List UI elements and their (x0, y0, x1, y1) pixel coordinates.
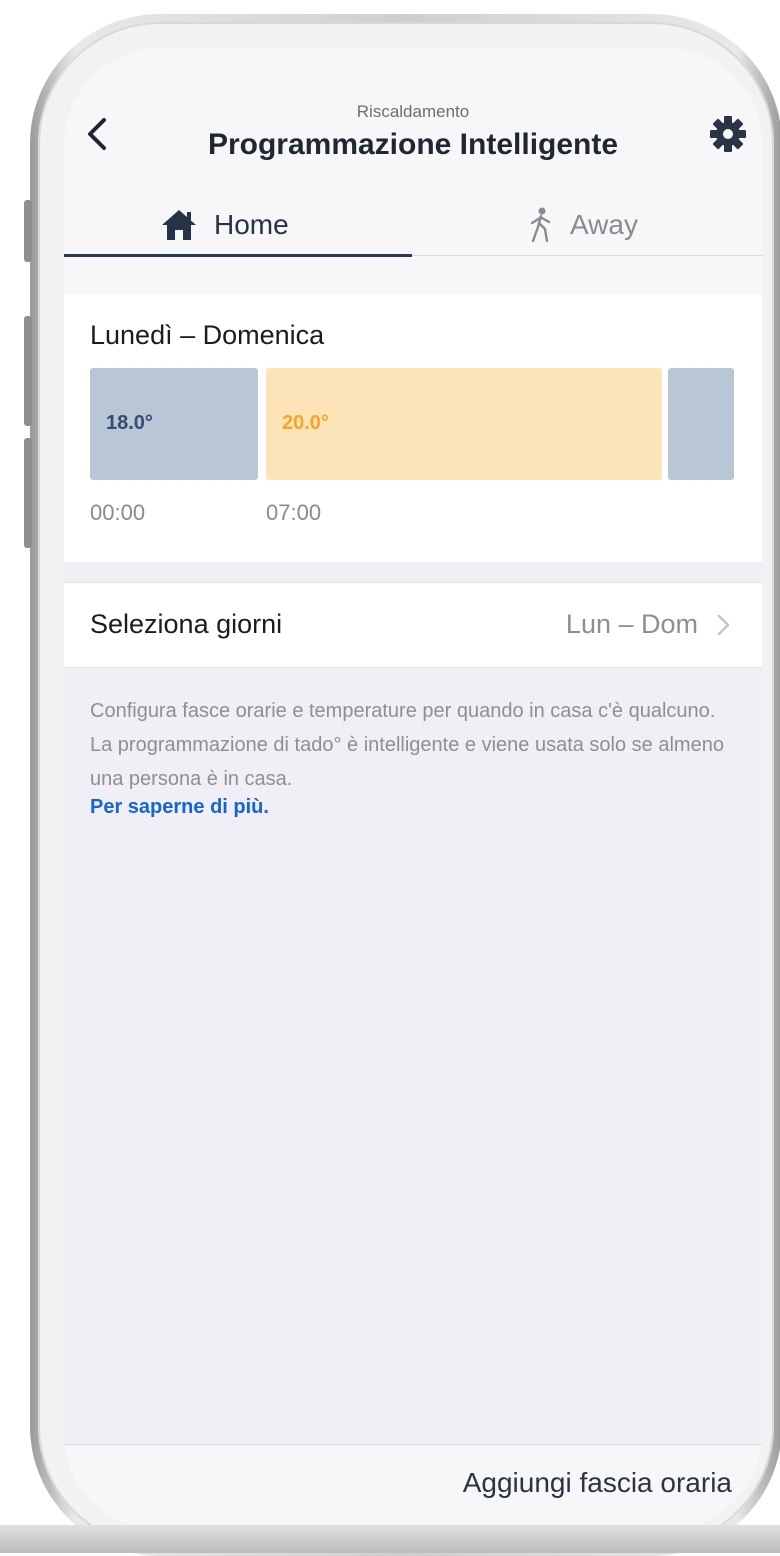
tab-away-label: Away (570, 209, 638, 240)
select-days-row[interactable]: Seleziona giorni Lun – Dom (64, 582, 762, 668)
tab-home-label: Home (214, 209, 289, 240)
schedule-title: Lunedì – Domenica (90, 320, 325, 350)
schedule-card: Lunedì – Domenica 18.0° 20.0° 00:00 07:0… (64, 294, 762, 562)
time-slot-block[interactable]: 20.0° (266, 368, 662, 480)
mute-switch (24, 200, 32, 262)
slot-start-time: 07:00 (266, 500, 322, 525)
slot-temperature: 18.0° (106, 412, 153, 434)
slot-start-time: 00:00 (90, 500, 146, 525)
slot-temperature: 20.0° (282, 412, 329, 434)
volume-down-button (24, 438, 32, 548)
footer-bar: Aggiungi fascia oraria (64, 1444, 762, 1530)
time-slot-block[interactable] (668, 368, 734, 480)
app-screen: Riscaldamento Programmazione Intelligent… (64, 48, 762, 1530)
tab-home[interactable]: Home (160, 196, 289, 254)
volume-up-button (24, 316, 32, 426)
chevron-right-icon (717, 614, 730, 636)
active-tab-indicator (64, 254, 412, 257)
select-days-value: Lun – Dom (565, 609, 698, 639)
page-subtitle: Riscaldamento (356, 102, 470, 121)
learn-more-link[interactable]: Per saperne di più. (90, 796, 269, 819)
add-time-slot-button[interactable]: Aggiungi fascia oraria (463, 1467, 732, 1499)
select-days-label: Seleziona giorni (90, 609, 283, 639)
walking-person-icon (530, 207, 551, 243)
time-slot-block[interactable]: 18.0° (90, 368, 258, 480)
home-icon (162, 210, 196, 240)
description-text: Configura fasce orarie e temperature per… (90, 700, 724, 790)
settings-button[interactable] (708, 114, 748, 154)
header: Riscaldamento Programmazione Intelligent… (64, 48, 762, 306)
bottom-shadow (0, 1525, 780, 1553)
page-title: Programmazione Intelligente (207, 128, 619, 161)
tab-away[interactable]: Away (528, 196, 638, 254)
gear-icon (710, 116, 746, 152)
